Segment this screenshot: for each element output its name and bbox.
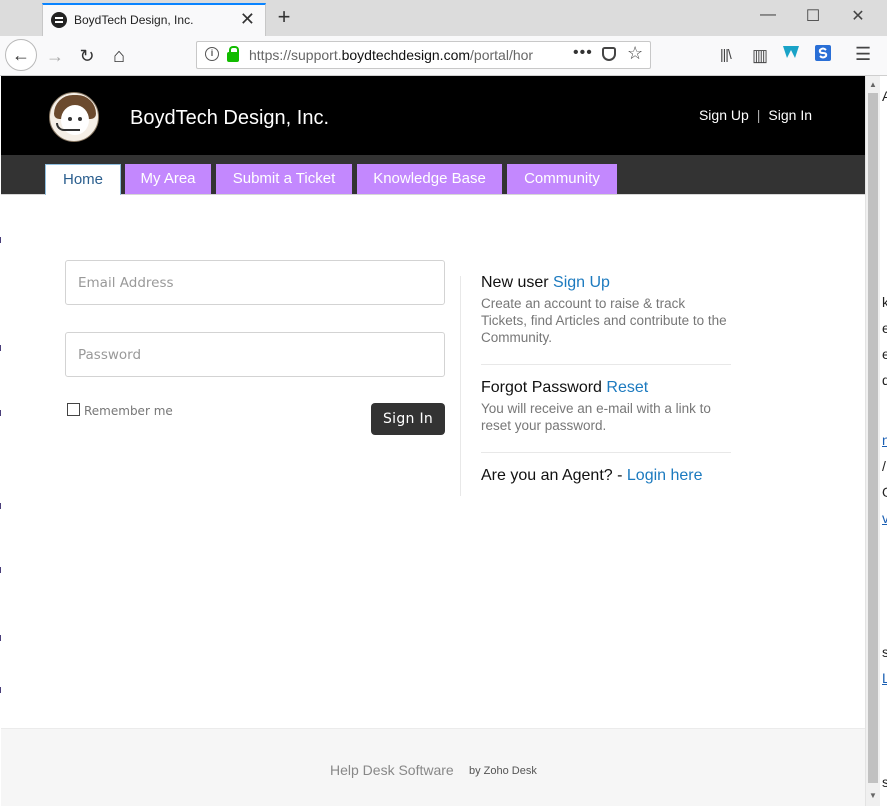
- page-scrollbar[interactable]: ▲ ▼: [865, 76, 880, 806]
- sign-in-button[interactable]: Sign In: [371, 403, 445, 435]
- remember-me-checkbox[interactable]: [67, 403, 80, 416]
- new-tab-button[interactable]: +: [273, 5, 295, 29]
- address-bar[interactable]: i https://support.boydtechdesign.com/por…: [196, 41, 651, 69]
- maximize-button[interactable]: ☐: [798, 6, 828, 26]
- support-portal-page: BoydTech Design, Inc. Sign Up | Sign In Ho…: [1, 76, 865, 806]
- page-actions-icon[interactable]: •••: [573, 44, 593, 62]
- site-info-icon[interactable]: i: [205, 47, 219, 61]
- back-button[interactable]: ←: [5, 39, 37, 71]
- scroll-down-icon[interactable]: ▼: [866, 789, 880, 803]
- section-divider: [481, 364, 731, 365]
- header-link-separator: |: [756, 107, 761, 123]
- sidebar-icon[interactable]: ▥: [752, 46, 768, 66]
- minimize-button[interactable]: —: [753, 6, 783, 24]
- portal-footer: Help Desk Software by Zoho Desk: [1, 728, 865, 806]
- tab-close-icon[interactable]: ✕: [240, 9, 255, 29]
- tab-title: BoydTech Design, Inc.: [74, 13, 194, 27]
- secure-lock-icon[interactable]: [227, 46, 239, 62]
- new-user-prefix: New user: [481, 274, 549, 291]
- agent-prefix: Are you an Agent? -: [481, 467, 623, 484]
- forgot-password-text: You will receive an e-mail with a link t…: [481, 401, 711, 433]
- header-links: Sign Up | Sign In: [699, 107, 812, 123]
- remember-me[interactable]: Remember me: [67, 403, 173, 418]
- column-divider: [460, 276, 461, 496]
- email-field[interactable]: [65, 260, 445, 305]
- url-text[interactable]: https://support.boydtechdesign.com/porta…: [249, 47, 537, 63]
- star-icon[interactable]: ☆: [627, 43, 643, 64]
- new-user-text: Create an account to raise & track Ticke…: [481, 296, 727, 345]
- new-user-section: New user Sign Up Create an account to ra…: [481, 274, 731, 346]
- forward-button[interactable]: →: [41, 42, 69, 70]
- site-favicon-icon: [51, 12, 67, 28]
- header-signin-link[interactable]: Sign In: [768, 107, 812, 123]
- tab-strip: BoydTech Design, Inc. ✕ + — ☐ ✕: [0, 0, 887, 37]
- browser-toolbar: ← → ↻ ⌂ i https://support.boydtechdesign…: [0, 36, 887, 76]
- extension-s-icon[interactable]: [815, 45, 831, 66]
- tab-my-area[interactable]: My Area: [125, 164, 211, 194]
- reset-password-link[interactable]: Reset: [606, 379, 648, 396]
- library-icon[interactable]: |||\: [720, 46, 732, 62]
- agent-login-link[interactable]: Login here: [627, 467, 703, 484]
- support-agent-logo-icon: [49, 92, 99, 142]
- help-desk-software-link[interactable]: Help Desk Software: [330, 762, 454, 778]
- tab-community[interactable]: Community: [507, 164, 617, 194]
- home-button[interactable]: ⌂: [105, 42, 133, 70]
- remember-me-label: Remember me: [84, 404, 173, 418]
- tab-knowledge-base[interactable]: Knowledge Base: [357, 164, 502, 194]
- browser-tab[interactable]: BoydTech Design, Inc. ✕: [42, 3, 266, 37]
- scrollbar-thumb[interactable]: [868, 93, 878, 783]
- section-divider: [481, 452, 731, 453]
- brand-name: BoydTech Design, Inc.: [130, 107, 329, 129]
- forgot-password-section: Forgot Password Reset You will receive a…: [481, 379, 731, 434]
- tab-home[interactable]: Home: [45, 164, 121, 195]
- forgot-password-prefix: Forgot Password: [481, 379, 602, 396]
- agent-section: Are you an Agent? - Login here: [481, 467, 731, 485]
- password-field[interactable]: [65, 332, 445, 377]
- window-close-button[interactable]: ✕: [843, 6, 873, 26]
- portal-nav-tabs: Home My Area Submit a Ticket Knowledge B…: [1, 155, 865, 195]
- tab-submit-ticket[interactable]: Submit a Ticket: [216, 164, 352, 194]
- menu-icon[interactable]: ☰: [855, 44, 871, 65]
- new-user-signup-link[interactable]: Sign Up: [553, 274, 610, 291]
- portal-header: BoydTech Design, Inc. Sign Up | Sign In: [1, 76, 865, 155]
- pocket-icon[interactable]: [602, 47, 616, 61]
- scroll-up-icon[interactable]: ▲: [866, 78, 880, 92]
- header-signup-link[interactable]: Sign Up: [699, 107, 749, 123]
- reload-button[interactable]: ↻: [73, 42, 101, 70]
- extension-w-icon[interactable]: [782, 44, 800, 65]
- zoho-desk-credit[interactable]: by Zoho Desk: [469, 765, 537, 777]
